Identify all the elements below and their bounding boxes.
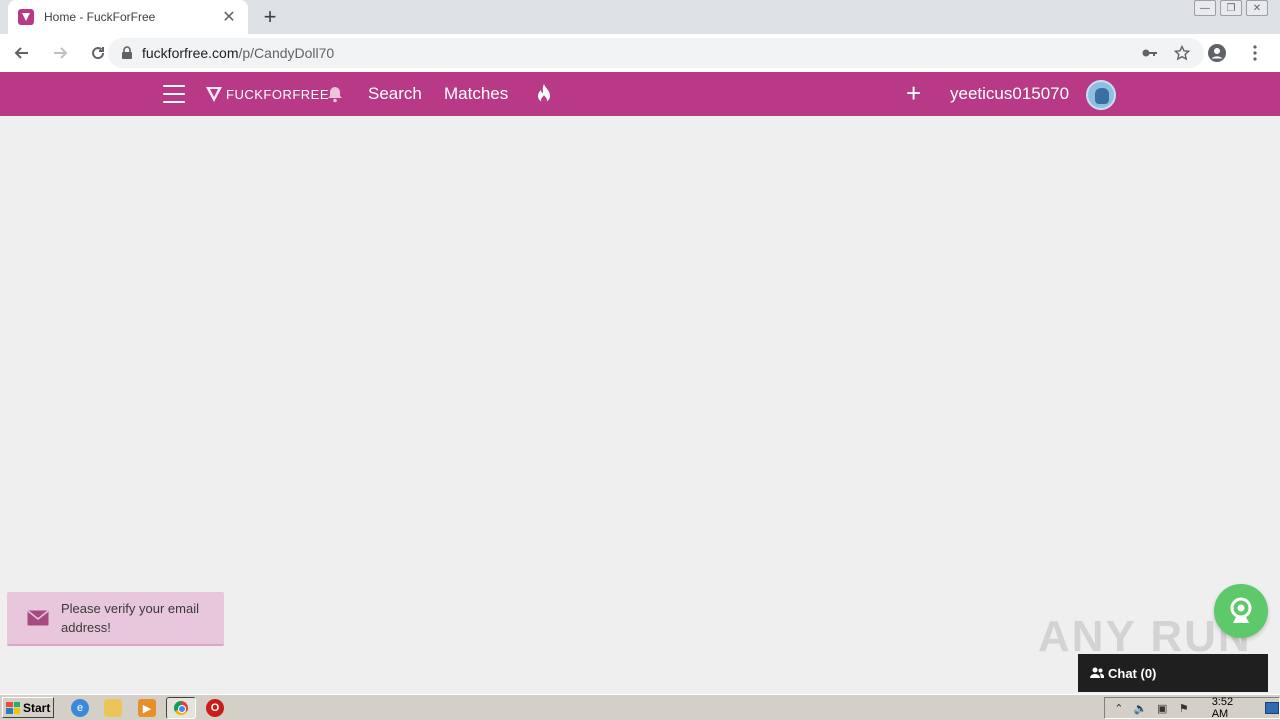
close-window-button[interactable]: ✕: [1246, 0, 1268, 16]
network-icon[interactable]: ▣: [1154, 701, 1170, 715]
opera-icon[interactable]: O: [206, 699, 224, 717]
back-arrow-icon: [14, 47, 28, 59]
notifications-bell-icon[interactable]: [325, 84, 345, 104]
minimize-button[interactable]: —: [1194, 0, 1216, 16]
toast-message: Please verify your email address!: [61, 601, 199, 635]
username-label[interactable]: yeeticus015070: [950, 84, 1069, 104]
media-player-icon[interactable]: ▶: [138, 699, 156, 717]
url-host: fuckforfree.com: [142, 45, 239, 61]
file-explorer-icon[interactable]: [104, 699, 122, 717]
window-controls: — ❐ ✕: [1194, 0, 1268, 16]
os-taskbar: Start e ▶ O ⌃ 🔈 ▣ ⚑ 3:52 AM: [0, 694, 1280, 720]
address-bar[interactable]: fuckforfree.com/p/CandyDoll70: [108, 38, 1204, 68]
windows-flag-icon: [6, 701, 20, 714]
avatar-figure: [1095, 88, 1109, 104]
url-path: /p/CandyDoll70: [238, 45, 335, 61]
internet-explorer-icon[interactable]: e: [71, 699, 89, 717]
chrome-taskbar-icon[interactable]: [166, 697, 196, 719]
mail-icon: [27, 610, 49, 626]
forward-arrow-icon: [54, 47, 68, 59]
webcam-icon: [1230, 597, 1252, 623]
browser-toolbar: fuckforfree.com/p/CandyDoll70: [0, 34, 1280, 72]
hot-flame-icon[interactable]: [535, 83, 553, 105]
chat-bar[interactable]: Chat (0): [1078, 654, 1268, 692]
nav-search-link[interactable]: Search: [368, 84, 422, 104]
lock-icon: [122, 46, 132, 59]
clock[interactable]: 3:52 AM: [1212, 696, 1252, 720]
site-logo[interactable]: FUCKFORFREE: [204, 84, 329, 104]
webcam-button[interactable]: [1214, 584, 1268, 638]
tab-title: Home - FuckForFree: [44, 10, 156, 24]
new-tab-button[interactable]: +: [258, 4, 282, 29]
users-icon: [1090, 667, 1104, 678]
back-button[interactable]: [6, 37, 38, 69]
start-label: Start: [23, 700, 51, 715]
bookmark-star-icon[interactable]: [1172, 43, 1192, 63]
browser-tabstrip: Home - FuckForFree ✕ + — ❐ ✕: [0, 0, 1280, 34]
add-button[interactable]: +: [906, 80, 921, 106]
toolbar-right: [1202, 38, 1270, 68]
restore-button[interactable]: ❐: [1220, 0, 1242, 16]
start-button[interactable]: Start: [2, 697, 54, 718]
tab-close-icon[interactable]: ✕: [220, 7, 238, 27]
reload-icon: [92, 47, 105, 60]
chat-label: Chat (0): [1108, 665, 1157, 681]
browser-menu-icon[interactable]: [1240, 38, 1270, 68]
user-avatar[interactable]: [1086, 80, 1116, 110]
hamburger-menu-icon[interactable]: [163, 85, 185, 103]
site-favicon-icon: [18, 9, 34, 25]
tray-expand-icon[interactable]: ⌃: [1111, 701, 1127, 715]
show-desktop-icon[interactable]: [1265, 702, 1279, 714]
logo-text: FUCKFORFREE: [226, 86, 329, 102]
nav-matches-link[interactable]: Matches: [444, 84, 508, 104]
forward-button[interactable]: [44, 37, 76, 69]
url-text: fuckforfree.com/p/CandyDoll70: [142, 45, 1128, 61]
key-icon[interactable]: [1140, 43, 1160, 63]
profile-icon[interactable]: [1202, 38, 1232, 68]
system-tray: ⌃ 🔈 ▣ ⚑ 3:52 AM: [1104, 696, 1280, 720]
action-center-flag-icon[interactable]: ⚑: [1176, 701, 1192, 715]
browser-tab[interactable]: Home - FuckForFree ✕: [8, 0, 248, 34]
volume-icon[interactable]: 🔈: [1133, 701, 1149, 715]
verify-email-toast[interactable]: Please verify your email address!: [7, 592, 224, 646]
logo-mark-icon: [206, 87, 222, 102]
